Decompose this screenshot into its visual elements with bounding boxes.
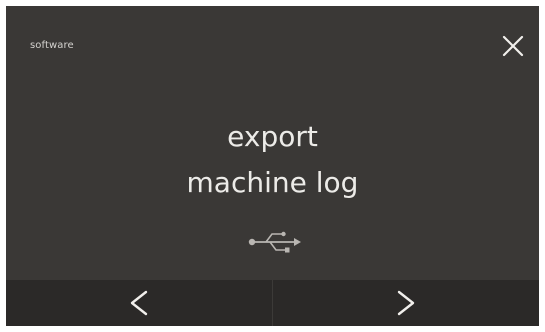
chevron-right-icon xyxy=(397,290,415,316)
previous-button[interactable] xyxy=(6,280,272,326)
next-button[interactable] xyxy=(272,280,539,326)
title-line-1: export xyxy=(227,120,318,153)
title-line-2: machine log xyxy=(186,166,359,199)
close-button[interactable] xyxy=(497,30,529,62)
page-title: export machine log xyxy=(6,114,539,206)
breadcrumb: software xyxy=(30,40,74,51)
bottom-nav-bar xyxy=(6,280,539,326)
close-icon xyxy=(502,35,524,57)
chevron-left-icon xyxy=(130,290,148,316)
usb-icon xyxy=(248,231,301,253)
machine-display: software export machine log xyxy=(6,6,539,326)
